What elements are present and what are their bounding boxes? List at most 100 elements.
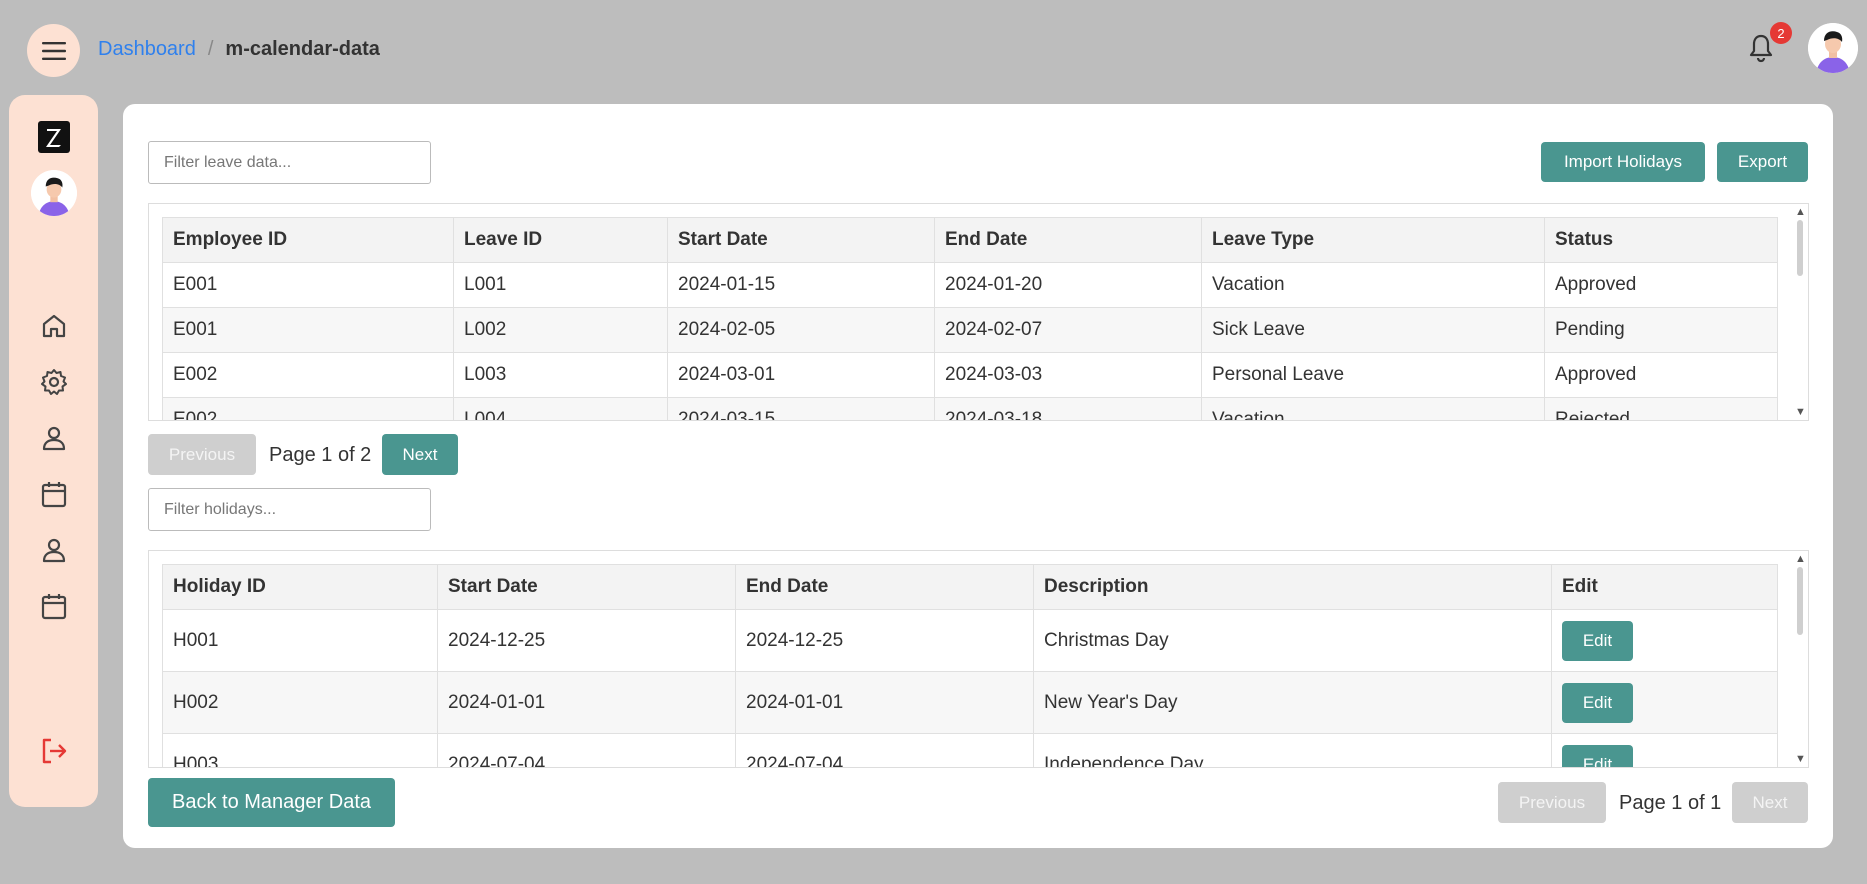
table-cell: Vacation [1201,262,1545,308]
leave-next-button[interactable]: Next [382,434,458,475]
avatar[interactable] [1808,23,1858,73]
edit-button[interactable]: Edit [1562,620,1633,661]
table-cell: H002 [162,671,438,734]
table-cell: 2024-07-04 [437,733,736,767]
holiday-next-button[interactable]: Next [1732,782,1808,823]
table-cell: 2024-01-15 [667,262,935,308]
column-header[interactable]: Leave ID [453,217,668,263]
sidebar-item-settings[interactable] [39,367,69,397]
breadcrumb: Dashboard / m-calendar-data [98,38,380,61]
breadcrumb-dashboard-link[interactable]: Dashboard [98,38,196,61]
column-header[interactable]: Start Date [667,217,935,263]
home-icon [42,314,66,338]
table-cell: 2024-03-18 [934,397,1202,420]
table-cell: Christmas Day [1033,609,1552,672]
leave-previous-button[interactable]: Previous [148,434,256,475]
scroll-thumb[interactable] [1797,220,1803,276]
leave-filter-input[interactable] [148,141,431,184]
holiday-page-info: Page 1 of 1 [1619,792,1722,814]
column-header[interactable]: Leave Type [1201,217,1545,263]
table-cell: 2024-07-04 [735,733,1034,767]
table-cell: 2024-01-01 [437,671,736,734]
gear-icon [41,369,67,395]
breadcrumb-current: m-calendar-data [225,38,380,60]
edit-button[interactable]: Edit [1562,744,1633,767]
notification-badge: 2 [1770,22,1792,44]
table-cell: E001 [162,262,454,308]
table-row[interactable]: H003 2024-07-04 2024-07-04 Independence … [162,733,1778,767]
sidebar-item-calendar[interactable] [39,479,69,509]
sidebar-avatar[interactable] [31,170,77,216]
column-header[interactable]: End Date [934,217,1202,263]
leave-table-container[interactable]: Employee ID Leave ID Start Date End Date… [148,203,1809,421]
table-cell: 2024-01-01 [735,671,1034,734]
scroll-thumb[interactable] [1797,567,1803,635]
table-row[interactable]: H001 2024-12-25 2024-12-25 Christmas Day… [162,609,1778,672]
table-cell: 2024-12-25 [437,609,736,672]
leave-table: Employee ID Leave ID Start Date End Date… [162,217,1778,420]
table-cell: 2024-03-15 [667,397,935,420]
scroll-up-icon[interactable]: ▲ [1795,207,1806,218]
table-row[interactable]: H002 2024-01-01 2024-01-01 New Year's Da… [162,671,1778,734]
column-header[interactable]: Start Date [437,564,736,610]
holiday-previous-button[interactable]: Previous [1498,782,1606,823]
table-cell: Vacation [1201,397,1545,420]
column-header[interactable]: Description [1033,564,1552,610]
table-cell: 2024-02-07 [934,307,1202,353]
table-cell: E002 [162,352,454,398]
table-cell: E001 [162,307,454,353]
table-cell: Edit [1551,733,1778,767]
column-header[interactable]: Status [1544,217,1778,263]
scroll-up-icon[interactable]: ▲ [1795,554,1806,565]
table-cell: Approved [1544,352,1778,398]
sidebar-item-home[interactable] [39,311,69,341]
table-row[interactable]: E001 L001 2024-01-15 2024-01-20 Vacation… [162,262,1778,308]
holiday-table: Holiday ID Start Date End Date Descripti… [162,564,1778,767]
table-row[interactable]: E002 L004 2024-03-15 2024-03-18 Vacation… [162,397,1778,420]
sidebar [9,95,98,807]
menu-button[interactable] [27,24,80,77]
calendar-icon [41,594,67,620]
table-cell: L001 [453,262,668,308]
main-card: Import Holidays Export Employee ID Leave… [123,104,1833,848]
scroll-down-icon[interactable]: ▼ [1795,407,1806,418]
hamburger-icon [41,41,66,60]
table-cell: Personal Leave [1201,352,1545,398]
table-cell: 2024-12-25 [735,609,1034,672]
column-header[interactable]: Employee ID [162,217,454,263]
table-cell: Edit [1551,609,1778,672]
table-row[interactable]: E001 L002 2024-02-05 2024-02-07 Sick Lea… [162,307,1778,353]
back-to-manager-data-button[interactable]: Back to Manager Data [148,778,395,827]
column-header[interactable]: End Date [735,564,1034,610]
leave-page-info: Page 1 of 2 [269,444,372,466]
table-row[interactable]: E002 L003 2024-03-01 2024-03-03 Personal… [162,352,1778,398]
logo [38,121,70,153]
table-cell: L004 [453,397,668,420]
scroll-down-icon[interactable]: ▼ [1795,754,1806,765]
export-button[interactable]: Export [1717,142,1808,182]
table-cell: L003 [453,352,668,398]
import-holidays-button[interactable]: Import Holidays [1541,142,1705,182]
logout-button[interactable] [39,736,69,766]
calendar-icon [41,482,67,508]
holiday-filter-input[interactable] [148,488,431,531]
holiday-table-scrollbar[interactable]: ▲ ▼ [1792,551,1808,767]
table-cell: Sick Leave [1201,307,1545,353]
column-header[interactable]: Edit [1551,564,1778,610]
edit-button[interactable]: Edit [1562,682,1633,723]
table-cell: H001 [162,609,438,672]
sidebar-item-profile[interactable] [39,423,69,453]
table-cell: Rejected [1544,397,1778,420]
table-cell: E002 [162,397,454,420]
table-cell: H003 [162,733,438,767]
table-cell: L002 [453,307,668,353]
table-cell: Independence Day [1033,733,1552,767]
column-header[interactable]: Holiday ID [162,564,438,610]
holiday-table-container[interactable]: Holiday ID Start Date End Date Descripti… [148,550,1809,768]
table-cell: 2024-01-20 [934,262,1202,308]
breadcrumb-separator: / [207,38,214,60]
sidebar-item-calendar-data[interactable] [39,591,69,621]
sidebar-item-users[interactable] [39,535,69,565]
leave-table-scrollbar[interactable]: ▲ ▼ [1792,204,1808,420]
logout-icon [42,738,67,764]
